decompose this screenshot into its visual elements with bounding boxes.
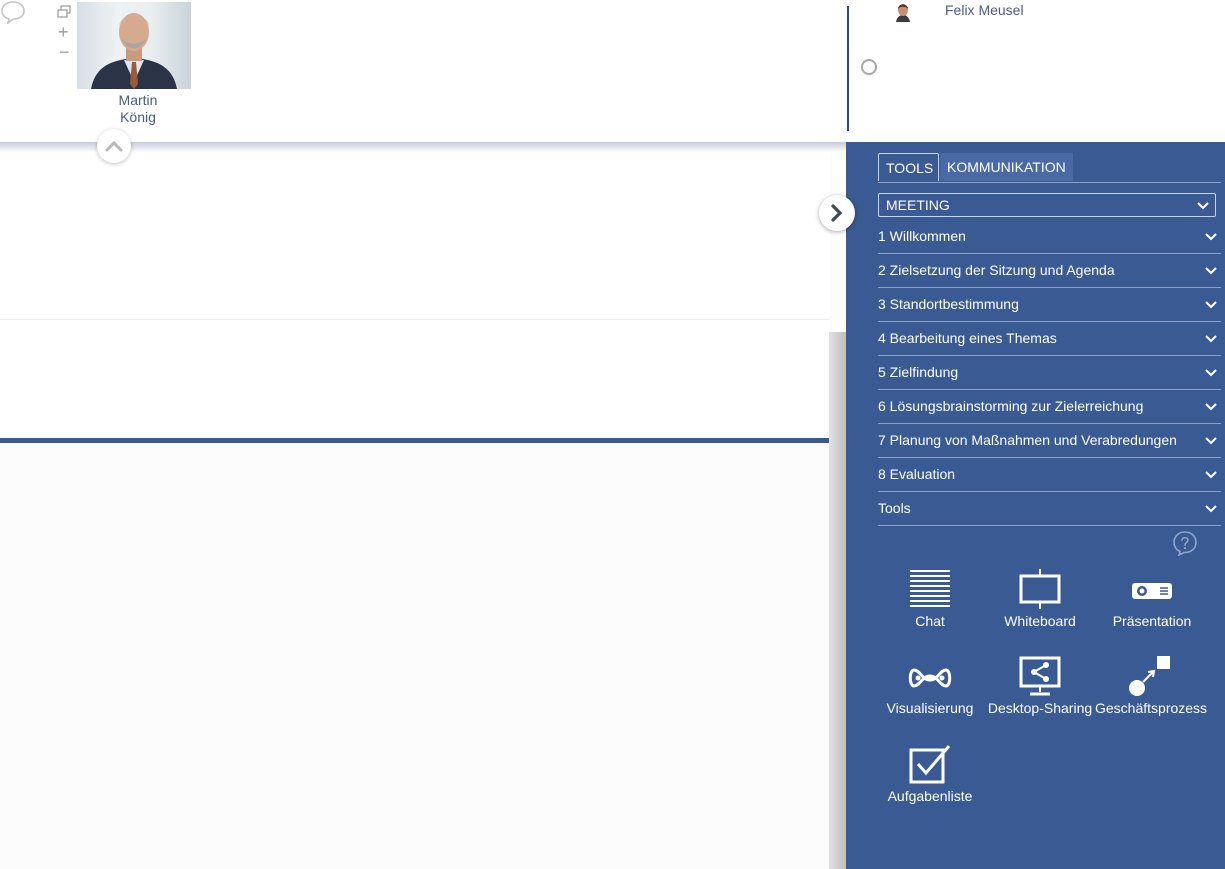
tab-tools[interactable]: TOOLS [878,153,939,181]
agenda-item-zielsetzung[interactable]: 2 Zielsetzung der Sitzung und Agenda [878,254,1221,288]
main-content-area [0,142,847,869]
tool-chat[interactable]: Chat [875,567,985,629]
avatar-felix[interactable] [893,2,913,22]
avatar-photo [91,13,177,89]
participant-divider [847,6,849,131]
chevron-down-icon [1205,458,1217,491]
tool-label: Chat [915,613,945,629]
tools-panel: TOOLS KOMMUNIKATION MEETING 1 Willkommen… [846,142,1225,869]
agenda-item-label: 3 Standortbestimmung [878,296,1019,312]
content-panel-upper [0,152,830,320]
zoom-in-icon[interactable]: + [58,23,69,41]
participant-last-name: König [120,109,156,125]
meeting-select-value: MEETING [886,197,950,213]
tool-label: Desktop-Sharing [987,700,1093,716]
panel-tab-bar: TOOLS KOMMUNIKATION [878,153,1221,183]
panel-edge-shadow [829,332,847,869]
desktop-share-icon [1019,656,1061,696]
chevron-right-icon [831,204,843,222]
agenda-item-planung[interactable]: 7 Planung von Maßnahmen und Verabredunge… [878,424,1221,458]
agenda-item-label: 7 Planung von Maßnahmen und Verabredunge… [878,432,1177,448]
help-icon[interactable] [1172,530,1198,556]
chevron-up-icon [105,140,123,152]
participant-name-felix: Felix Meusel [945,2,1024,18]
projector-icon [1132,583,1172,599]
chevron-down-icon [1205,492,1217,525]
visualization-icon [908,668,952,688]
content-divider-line [0,438,832,443]
tool-aufgabenliste[interactable]: Aufgabenliste [875,742,985,804]
tool-label: Präsentation [1112,613,1192,629]
speech-bubble-icon[interactable] [0,0,26,26]
chevron-down-icon [1205,356,1217,389]
status-indicator[interactable] [861,59,877,75]
tool-visualisierung[interactable]: Visualisierung [875,654,985,716]
chevron-down-icon [1205,254,1217,287]
participant-strip: + − Martin König [0,0,846,163]
tool-praesentation[interactable]: Präsentation [1097,567,1207,629]
meeting-select[interactable]: MEETING [878,193,1216,217]
business-process-icon [1129,656,1170,696]
chevron-down-icon [1205,390,1217,423]
tool-label: Whiteboard [1004,613,1076,629]
tool-label: Aufgabenliste [887,788,973,804]
participant-first-name: Martin [118,92,158,108]
tab-kommunikation[interactable]: KOMMUNIKATION [940,153,1073,181]
agenda-item-zielfindung[interactable]: 5 Zielfindung [878,356,1221,390]
content-panel-lower [0,320,830,438]
participant-name-martin: Martin König [100,92,176,126]
zoom-out-icon[interactable]: − [59,43,70,61]
chevron-down-icon [1205,288,1217,321]
agenda-item-label: 5 Zielfindung [878,364,959,380]
agenda-item-label: 4 Bearbeitung eines Themas [878,330,1057,346]
agenda-item-label: Tools [878,500,911,516]
tool-geschaeftsprozess[interactable]: Geschäftsprozess [1095,654,1208,716]
agenda-item-bearbeitung[interactable]: 4 Bearbeitung eines Themas [878,322,1221,356]
tool-label: Visualisierung [886,700,974,716]
chevron-down-icon [1205,322,1217,355]
agenda-list: 1 Willkommen 2 Zielsetzung der Sitzung u… [878,220,1221,526]
agenda-item-label: 2 Zielsetzung der Sitzung und Agenda [878,262,1115,278]
task-list-icon [909,745,951,784]
chat-lines-icon [910,570,950,607]
tool-whiteboard[interactable]: Whiteboard [985,567,1095,629]
tool-desktop-sharing[interactable]: Desktop-Sharing [985,654,1095,716]
agenda-item-label: 1 Willkommen [878,228,966,244]
window-restore-icon[interactable] [57,5,71,19]
whiteboard-icon [1019,569,1061,609]
agenda-item-tools[interactable]: Tools [878,492,1221,526]
chevron-down-icon [1205,220,1217,253]
chevron-down-icon [1197,194,1209,216]
collapse-strip-button[interactable] [97,129,131,163]
tool-label: Geschäftsprozess [1095,700,1208,716]
agenda-item-willkommen[interactable]: 1 Willkommen [878,220,1221,254]
avatar-martin[interactable] [77,2,191,89]
agenda-item-standortbestimmung[interactable]: 3 Standortbestimmung [878,288,1221,322]
agenda-item-label: 6 Lösungsbrainstorming zur Zielerreichun… [878,398,1144,414]
agenda-item-loesungsbrainstorming[interactable]: 6 Lösungsbrainstorming zur Zielerreichun… [878,390,1221,424]
chevron-down-icon [1205,424,1217,457]
agenda-item-evaluation[interactable]: 8 Evaluation [878,458,1221,492]
toggle-panel-button[interactable] [819,195,855,231]
agenda-item-label: 8 Evaluation [878,466,956,482]
